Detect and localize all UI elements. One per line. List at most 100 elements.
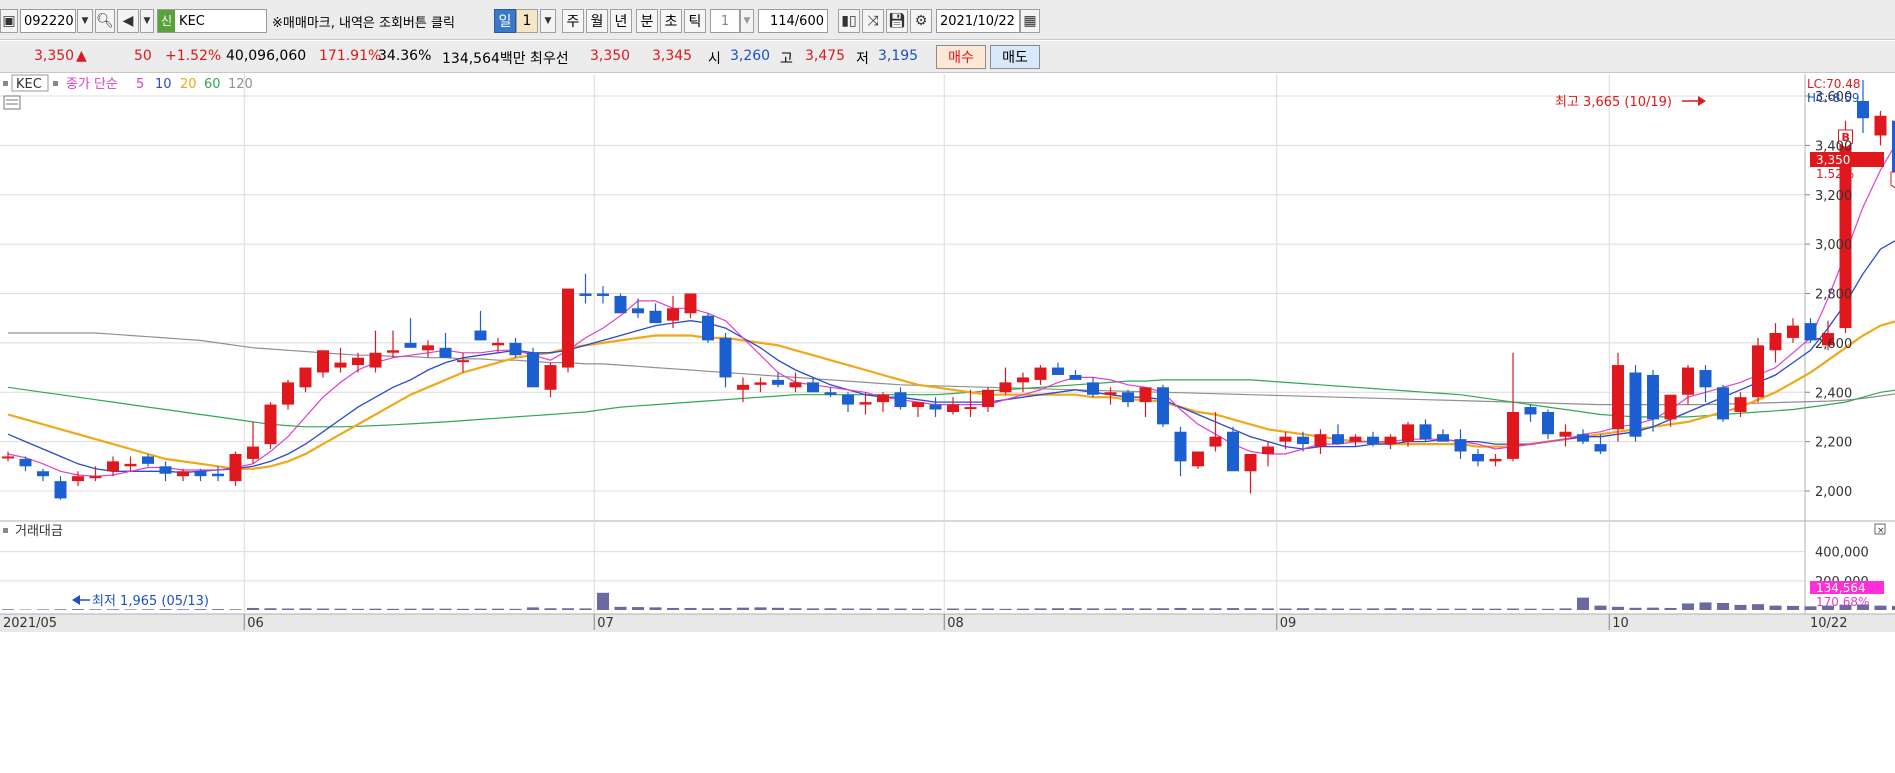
candle-body[interactable] xyxy=(1420,424,1432,439)
tick-value-input[interactable]: 1 xyxy=(710,9,740,33)
candle-body[interactable] xyxy=(475,331,487,341)
candle-body[interactable] xyxy=(580,294,592,296)
candle-body[interactable] xyxy=(720,338,732,378)
candle-body[interactable] xyxy=(457,360,469,362)
candle-body[interactable] xyxy=(842,395,854,405)
count-input[interactable]: 114 /600 xyxy=(758,9,828,33)
candle-body[interactable] xyxy=(772,380,784,385)
candle-body[interactable] xyxy=(1560,432,1572,437)
tick-dropdown-icon[interactable]: ▼ xyxy=(740,9,754,33)
candle-body[interactable] xyxy=(825,392,837,394)
candle-body[interactable] xyxy=(1612,365,1624,429)
candle-body[interactable] xyxy=(2,456,14,458)
period-day[interactable]: 일 xyxy=(494,9,516,33)
candle-body[interactable] xyxy=(1752,345,1764,397)
candle-body[interactable] xyxy=(422,345,434,350)
candle-body[interactable] xyxy=(597,294,609,296)
candle-body[interactable] xyxy=(1770,333,1782,350)
period-year[interactable]: 년 xyxy=(610,9,632,33)
candle-body[interactable] xyxy=(895,392,907,407)
candle-body[interactable] xyxy=(527,353,539,388)
candle-body[interactable] xyxy=(1875,116,1887,136)
candle-body[interactable] xyxy=(562,289,574,368)
candle-body[interactable] xyxy=(300,368,312,388)
candle-body[interactable] xyxy=(55,481,67,498)
code-dropdown-icon[interactable]: ▼ xyxy=(77,9,93,33)
candle-body[interactable] xyxy=(1070,375,1082,380)
calendar-icon[interactable]: ▦ xyxy=(1020,9,1040,33)
candle-body[interactable] xyxy=(370,353,382,368)
candle-body[interactable] xyxy=(317,350,329,372)
sell-button[interactable]: 매도 xyxy=(990,45,1040,69)
candle-body[interactable] xyxy=(1472,454,1484,461)
candle-body[interactable] xyxy=(1490,459,1502,461)
candle-body[interactable] xyxy=(1350,437,1362,442)
candle-body[interactable] xyxy=(230,454,242,481)
candle-body[interactable] xyxy=(1595,444,1607,451)
candle-body[interactable] xyxy=(790,382,802,387)
candle-body[interactable] xyxy=(1245,454,1257,471)
candle-body[interactable] xyxy=(1017,377,1029,382)
candle-body[interactable] xyxy=(615,296,627,313)
candle-body[interactable] xyxy=(1647,375,1659,419)
candle-body[interactable] xyxy=(1332,434,1344,444)
candle-body[interactable] xyxy=(737,385,749,390)
candle-body[interactable] xyxy=(1192,452,1204,467)
candle-body[interactable] xyxy=(1367,437,1379,444)
stock-code-input[interactable]: 092220 xyxy=(20,9,76,33)
candle-body[interactable] xyxy=(1787,326,1799,338)
legend-ma-title[interactable]: 종가 단순 xyxy=(66,77,118,92)
candle-body[interactable] xyxy=(1035,368,1047,380)
legend-ma60[interactable]: 60 xyxy=(204,77,221,92)
candle-body[interactable] xyxy=(492,343,504,345)
candle-body[interactable] xyxy=(1577,434,1589,441)
candle-body[interactable] xyxy=(282,382,294,404)
candle-body[interactable] xyxy=(685,294,697,314)
period-dropdown-icon[interactable]: ▼ xyxy=(540,9,556,33)
candle-body[interactable] xyxy=(37,471,49,476)
candle-body[interactable] xyxy=(1052,368,1064,375)
period-second[interactable]: 초 xyxy=(660,9,682,33)
candle-body[interactable] xyxy=(405,343,417,348)
candle-body[interactable] xyxy=(1525,407,1537,414)
legend-ma120[interactable]: 120 xyxy=(228,77,253,92)
candle-body[interactable] xyxy=(1227,432,1239,472)
candle-body[interactable] xyxy=(632,308,644,313)
candle-body[interactable] xyxy=(1665,395,1677,420)
candle-body[interactable] xyxy=(1122,392,1134,402)
candle-body[interactable] xyxy=(545,365,557,390)
candle-body[interactable] xyxy=(20,459,32,466)
candle-body[interactable] xyxy=(90,476,102,478)
candle-body[interactable] xyxy=(1455,439,1467,451)
candle-body[interactable] xyxy=(1437,434,1449,441)
period-tick[interactable]: 틱 xyxy=(684,9,706,33)
candle-body[interactable] xyxy=(195,471,207,476)
candle-body[interactable] xyxy=(702,316,714,341)
candle-body[interactable] xyxy=(510,343,522,355)
candle-body[interactable] xyxy=(1087,382,1099,394)
candle-body[interactable] xyxy=(650,311,662,323)
candle-body[interactable] xyxy=(125,464,137,466)
candle-body[interactable] xyxy=(912,402,924,407)
candle-body[interactable] xyxy=(947,405,959,412)
candle-body[interactable] xyxy=(440,348,452,358)
period-month[interactable]: 월 xyxy=(586,9,608,33)
panel-toggle-icon[interactable]: ▣ xyxy=(0,9,18,33)
candle-body[interactable] xyxy=(1630,373,1642,437)
candle-body[interactable] xyxy=(807,382,819,392)
candle-body[interactable] xyxy=(1210,437,1222,447)
candle-body[interactable] xyxy=(1717,387,1729,419)
save-icon[interactable]: 💾︎ xyxy=(886,9,908,33)
candle-body[interactable] xyxy=(982,390,994,407)
date-input[interactable]: 2021/10/22 xyxy=(936,9,1020,33)
candle-body[interactable] xyxy=(1157,387,1169,424)
legend-ma5[interactable]: 5 xyxy=(136,77,144,92)
buy-button[interactable]: 매수 xyxy=(936,45,986,69)
stock-name-field[interactable]: 신 KEC xyxy=(157,9,267,33)
period-day-count[interactable]: 1 xyxy=(516,9,538,33)
candle-body[interactable] xyxy=(877,395,889,402)
candle-body[interactable] xyxy=(667,308,679,320)
speaker-icon[interactable]: ◀ xyxy=(117,9,139,33)
candle-body[interactable] xyxy=(247,447,259,459)
candle-body[interactable] xyxy=(107,461,119,471)
